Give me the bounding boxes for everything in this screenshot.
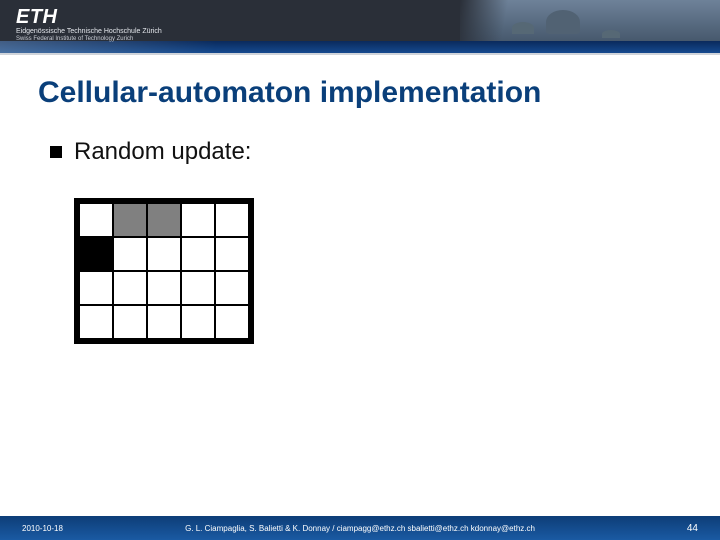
grid-cell: [181, 305, 215, 339]
footer-authors: G. L. Ciampaglia, S. Balietti & K. Donna…: [0, 524, 720, 533]
header: ETH Eidgenössische Technische Hochschule…: [0, 0, 720, 60]
eth-logo: ETH: [16, 6, 58, 29]
grid-cell: [79, 271, 113, 305]
grid-cell: [181, 237, 215, 271]
bullet-row: Random update:: [50, 138, 251, 166]
building-dome-icon: [546, 10, 580, 34]
footer-page-number: 44: [687, 523, 698, 534]
table-row: [79, 237, 249, 271]
automaton-grid: [74, 198, 254, 344]
automaton-grid-table: [78, 202, 250, 340]
grid-cell: [215, 305, 249, 339]
grid-cell: [147, 203, 181, 237]
grid-cell: [79, 305, 113, 339]
grid-cell: [215, 271, 249, 305]
eth-subtitle-line1: Eidgenössische Technische Hochschule Zür…: [16, 28, 162, 35]
grid-cell: [113, 305, 147, 339]
grid-cell: [79, 203, 113, 237]
grid-cell: [215, 237, 249, 271]
header-separator: [0, 53, 720, 55]
grid-cell: [181, 271, 215, 305]
footer-date: 2010-10-18: [22, 524, 63, 533]
grid-cell: [147, 237, 181, 271]
table-row: [79, 305, 249, 339]
grid-cell: [79, 237, 113, 271]
grid-cell: [113, 203, 147, 237]
bullet-text: Random update:: [74, 138, 251, 166]
footer: 2010-10-18 G. L. Ciampaglia, S. Balietti…: [0, 516, 720, 540]
table-row: [79, 271, 249, 305]
slide-title: Cellular-automaton implementation: [38, 76, 541, 110]
grid-cell: [147, 305, 181, 339]
header-blue-strip: [0, 41, 720, 53]
grid-cell: [113, 271, 147, 305]
bullet-marker-icon: [50, 146, 62, 158]
grid-cell: [113, 237, 147, 271]
eth-subtitle-line2: Swiss Federal Institute of Technology Zu…: [16, 36, 133, 42]
grid-cell: [215, 203, 249, 237]
grid-cell: [147, 271, 181, 305]
table-row: [79, 203, 249, 237]
grid-cell: [181, 203, 215, 237]
slide: ETH Eidgenössische Technische Hochschule…: [0, 0, 720, 540]
